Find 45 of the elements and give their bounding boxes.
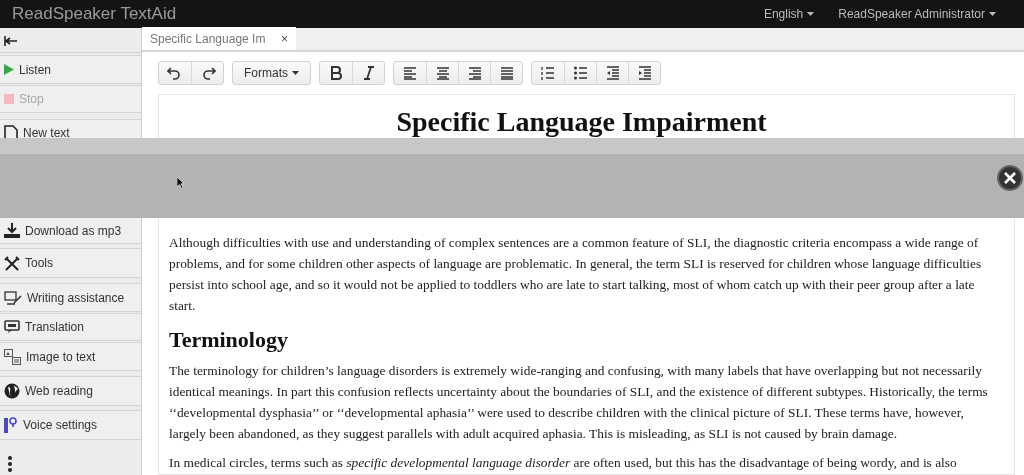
bullet-list-icon [572, 65, 589, 81]
sidebar-item[interactable]: Writing assistance [0, 283, 141, 313]
caret-icon [292, 71, 299, 75]
pen-screen-icon [4, 290, 22, 305]
align-left-icon [402, 65, 418, 81]
app-title: ReadSpeaker TextAid [12, 3, 177, 26]
justify-icon [498, 65, 515, 81]
more-button[interactable] [6, 454, 14, 473]
download-icon [4, 222, 20, 239]
tools-icon [4, 255, 20, 271]
align-center-icon [434, 65, 451, 81]
tab-label: Specific Language Im [150, 30, 266, 48]
dropdown-menu[interactable]: ReadSpeaker Administrator [838, 5, 996, 23]
tab[interactable]: Specific Language Im × [142, 27, 296, 50]
sidebar-item[interactable]: Voice settings [0, 410, 141, 441]
paragraph: The terminology for children’s language disorders is extremely wide-ranging and confusing, with many labels that have overlapping but not necessarily identical meanings. In part this confusion reflects uncertainty about the boundaries of SLI, and the existence of different subtypes. Historically, the terms ‘‘developmental dysphasia’’ or ‘‘developmental aphasia’’ were used to describe children with the clinical picture of SLI. These terms have, however, largely been abandoned, as they suggest parallels with adult acquired aphasia. This is misleading, as SLI is not caused by brain damage. [169, 362, 989, 443]
sidebar-item[interactable]: Image to text [0, 342, 141, 372]
caret-icon [989, 12, 996, 16]
paragraph: Although difficulties with use and understanding of complex sentences are a common feature of SLI, the diagnostic criteria encompass a wide range of problems, and for some children other aspects of language are problematic. In general, the term SLI is reserved for children whose language difficulties persist into school age, and so it would not be applied to toddlers who are late to start talking, most of whom catch up with their peer group after a late start. [169, 234, 983, 315]
close-tab-button[interactable]: × [281, 29, 288, 48]
close-icon [1004, 172, 1016, 184]
paragraph: In medical circles, terms such as specific developmental language disorder are often used, but this has the disadvantage of being wordy, and is also [169, 454, 958, 472]
globe-icon [4, 383, 20, 400]
sidebar-item[interactable]: Translation [0, 313, 141, 342]
numbered-list-icon [540, 65, 556, 81]
sidebar-item[interactable]: Listen [0, 55, 141, 85]
bold-icon [328, 65, 344, 81]
collapse-button[interactable] [2, 34, 20, 49]
outdent-icon [604, 65, 621, 81]
caret-icon [807, 12, 815, 16]
voice-settings-icon [4, 416, 18, 435]
sidebar-item[interactable]: Tools [0, 248, 141, 279]
speech-screen-icon [4, 320, 20, 335]
dropdown-menu[interactable]: English [763, 5, 815, 23]
indent-icon [636, 65, 653, 81]
play-icon [4, 64, 14, 76]
section-heading: Terminology [169, 326, 289, 354]
image-text-icon [4, 348, 21, 365]
formats-dropdown[interactable]: Formats [233, 62, 310, 84]
align-right-icon [466, 65, 483, 81]
document-title: Specific Language Impairment [395, 105, 768, 139]
undo-icon [167, 65, 183, 81]
stop-icon [4, 94, 14, 105]
sidebar-item[interactable]: Web reading [0, 376, 141, 407]
cursor-icon [177, 177, 185, 189]
